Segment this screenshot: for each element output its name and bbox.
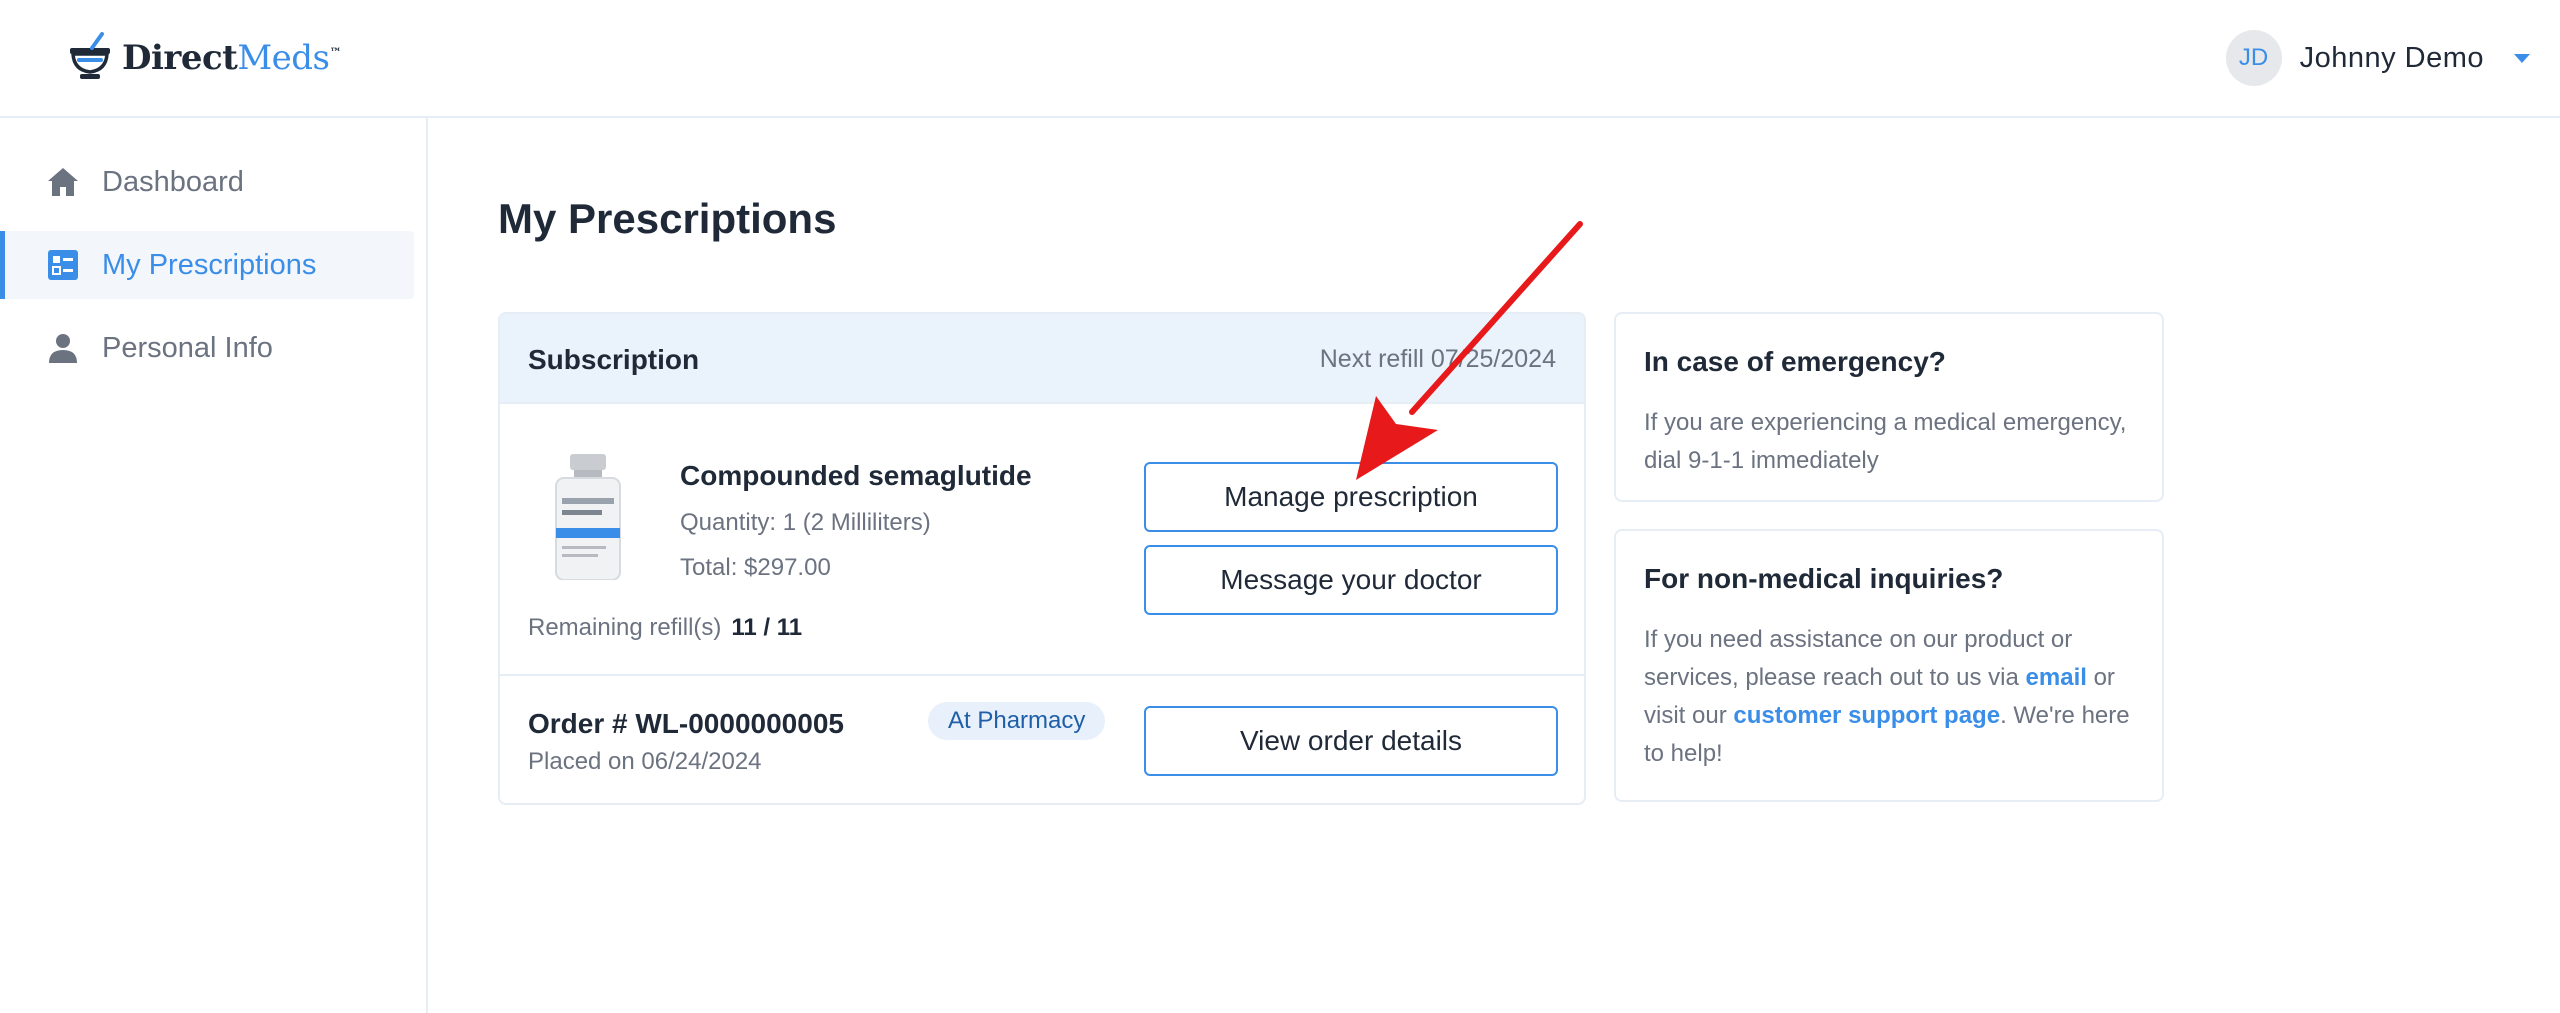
sidebar-item-label: My Prescriptions xyxy=(102,248,317,281)
brand-name-meds: Meds xyxy=(237,38,330,78)
emergency-title: In case of emergency? xyxy=(1644,346,1946,377)
brand-name: DirectMeds™ xyxy=(122,38,341,78)
brand-trademark: ™ xyxy=(329,45,342,60)
emergency-panel: In case of emergency? If you are experie… xyxy=(1614,312,2164,502)
directmeds-logo[interactable]: DirectMeds™ xyxy=(66,28,341,88)
product-quantity: Quantity: 1 (2 Milliliters) xyxy=(680,509,931,536)
view-order-details-button[interactable]: View order details xyxy=(1144,706,1558,776)
subscription-card: Subscription Next refill 07/25/2024 Comp… xyxy=(498,312,1586,805)
card-divider xyxy=(500,674,1584,676)
sidebar: Dashboard My Prescriptions Personal Info xyxy=(0,118,428,1013)
person-icon xyxy=(46,331,80,365)
product-total: Total: $297.00 xyxy=(680,554,831,581)
sidebar-item-dashboard[interactable]: Dashboard xyxy=(0,148,414,216)
inquiries-title: For non-medical inquiries? xyxy=(1644,563,2004,594)
subscription-card-header: Subscription Next refill 07/25/2024 xyxy=(500,314,1584,404)
subscription-title: Subscription xyxy=(528,344,700,375)
sidebar-item-label: Personal Info xyxy=(102,331,273,364)
remaining-refills-value: 11 / 11 xyxy=(731,614,803,641)
product-vial-image xyxy=(555,454,621,580)
remaining-refills: Remaining refill(s) 11 / 11 xyxy=(528,614,802,642)
inquiries-panel: For non-medical inquiries? If you need a… xyxy=(1614,529,2164,802)
message-doctor-button[interactable]: Message your doctor xyxy=(1144,545,1558,615)
sidebar-item-label: Dashboard xyxy=(102,165,244,198)
manage-prescription-button[interactable]: Manage prescription xyxy=(1144,462,1558,532)
order-date: Placed on 06/24/2024 xyxy=(528,748,762,775)
inquiries-text-part1: If you need assistance on our product or… xyxy=(1644,626,2073,691)
caret-down-icon[interactable] xyxy=(2514,53,2530,63)
page-title: My Prescriptions xyxy=(498,195,837,242)
emergency-text: If you are experiencing a medical emerge… xyxy=(1644,409,2127,474)
status-badge: At Pharmacy xyxy=(928,702,1106,740)
avatar: JD xyxy=(2225,30,2282,86)
customer-support-link[interactable]: customer support page xyxy=(1733,702,2000,729)
sidebar-item-my-prescriptions[interactable]: My Prescriptions xyxy=(0,231,414,299)
sidebar-item-personal-info[interactable]: Personal Info xyxy=(0,314,414,382)
user-menu[interactable]: JD Johnny Demo xyxy=(2225,30,2530,86)
inquiries-text: If you need assistance on our product or… xyxy=(1644,621,2144,773)
user-name: Johnny Demo xyxy=(2299,41,2484,74)
remaining-refills-label: Remaining refill(s) xyxy=(528,614,722,641)
top-header: DirectMeds™ JD Johnny Demo xyxy=(0,0,2560,118)
order-number: Order # WL-0000000005 xyxy=(528,708,844,739)
product-name: Compounded semaglutide xyxy=(680,460,1032,491)
email-link[interactable]: email xyxy=(2026,664,2087,691)
brand-name-direct: Direct xyxy=(122,38,238,78)
mortar-pestle-icon xyxy=(70,32,110,79)
list-icon xyxy=(46,248,80,282)
next-refill-date: Next refill 07/25/2024 xyxy=(1319,345,1556,373)
home-icon xyxy=(46,165,80,199)
